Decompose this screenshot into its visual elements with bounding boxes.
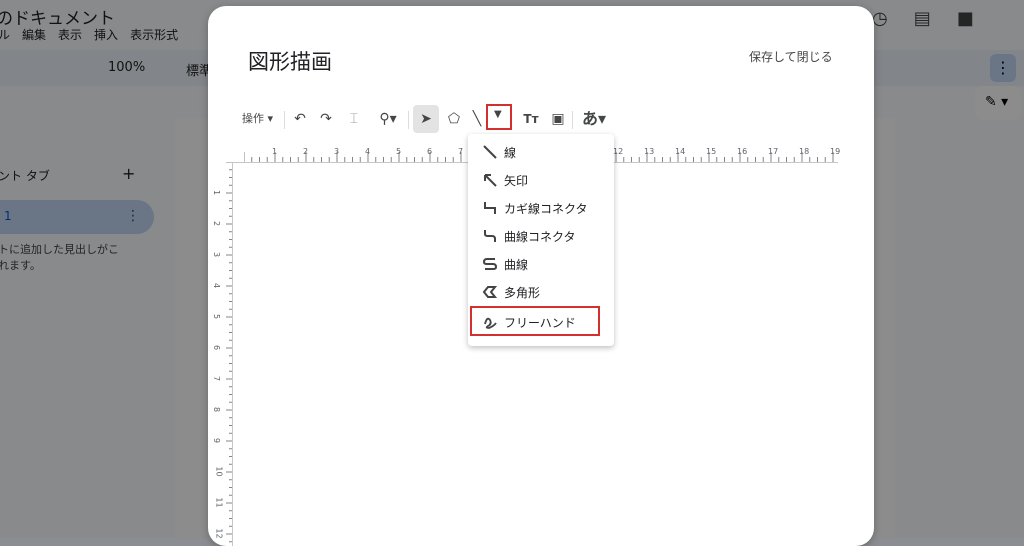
ruler-number: 16 <box>737 147 748 156</box>
line-dropdown-button[interactable]: ▼ <box>486 104 512 130</box>
ruler-number: 15 <box>706 147 717 156</box>
vertical-ruler <box>226 162 232 543</box>
ruler-number: 7 <box>212 375 222 382</box>
ruler-number: 3 <box>212 251 222 258</box>
menu-item-polyline[interactable]: 多角形 <box>468 278 614 306</box>
word-art-icon[interactable]: あ▾ <box>576 104 612 134</box>
ruler-number: 4 <box>365 147 371 156</box>
menu-item-elbow-connector[interactable]: カギ線コネクタ <box>468 194 614 222</box>
menu-item-arrow[interactable]: 矢印 <box>468 166 614 194</box>
ruler-number: 12 <box>214 528 224 539</box>
elbow-connector-icon <box>484 202 496 214</box>
toolbar-divider <box>284 111 285 129</box>
drawing-toolbar: 操作 ▾ ↶ ↷ ⌶ ⚲▾ ➤ ⬠ ╲ ▼ Tт ▣ あ▾ <box>238 104 838 134</box>
image-icon[interactable]: ▣ <box>548 104 568 134</box>
ruler-number: 19 <box>830 147 841 156</box>
text-box-icon[interactable]: Tт <box>520 104 542 134</box>
select-icon[interactable]: ➤ <box>413 105 439 133</box>
menu-item-label: カギ線コネクタ <box>504 202 588 216</box>
save-and-close-button[interactable]: 保存して閉じる <box>749 48 833 65</box>
toolbar-divider <box>408 111 409 129</box>
dialog-title: 図形描画 <box>248 50 332 74</box>
ruler-number: 2 <box>212 220 222 227</box>
menu-item-curve[interactable]: 曲線 <box>468 250 614 278</box>
paint-format-icon[interactable]: ⌶ <box>344 104 364 134</box>
ruler-number: 14 <box>675 147 686 156</box>
line-icon[interactable]: ╲ <box>468 104 486 134</box>
menu-item-label: 多角形 <box>504 286 541 300</box>
ruler-number: 7 <box>458 147 464 156</box>
ruler-number: 1 <box>272 147 278 156</box>
dropdown-arrow-icon: ▾ <box>264 112 274 125</box>
arrow-icon <box>484 174 497 187</box>
ruler-number: 11 <box>214 497 224 508</box>
ruler-number: 2 <box>303 147 309 156</box>
zoom-icon[interactable]: ⚲▾ <box>372 104 404 134</box>
ruler-number: 8 <box>212 406 222 413</box>
ruler-number: 12 <box>613 147 624 156</box>
ruler-number: 10 <box>214 466 224 477</box>
ruler-number: 6 <box>212 344 222 351</box>
ruler-number: 4 <box>212 282 222 289</box>
operations-label: 操作 <box>242 112 264 125</box>
curved-connector-icon <box>484 230 496 242</box>
ruler-number: 1 <box>212 189 222 196</box>
menu-item-label: 線 <box>504 146 517 160</box>
redo-icon[interactable]: ↷ <box>316 104 336 134</box>
dropdown-arrow-icon: ▼ <box>494 109 502 120</box>
ruler-number: 6 <box>427 147 433 156</box>
operations-menu[interactable]: 操作 ▾ <box>242 104 273 134</box>
freehand-highlight <box>470 306 600 336</box>
polyline-icon <box>482 286 498 298</box>
menu-item-label: 曲線 <box>504 258 529 272</box>
curve-icon <box>482 258 498 270</box>
shape-icon[interactable]: ⬠ <box>444 104 464 134</box>
menu-item-curved-connector[interactable]: 曲線コネクタ <box>468 222 614 250</box>
ruler-number: 18 <box>799 147 810 156</box>
menu-item-label: 曲線コネクタ <box>504 230 576 244</box>
ruler-number: 9 <box>212 437 222 444</box>
menu-item-line[interactable]: 線 <box>468 138 614 166</box>
undo-icon[interactable]: ↶ <box>290 104 310 134</box>
toolbar-divider <box>572 111 573 129</box>
ruler-number: 13 <box>644 147 655 156</box>
ruler-number: 5 <box>212 313 222 320</box>
ruler-number: 5 <box>396 147 402 156</box>
ruler-number: 3 <box>334 147 340 156</box>
menu-item-label: 矢印 <box>504 174 529 188</box>
line-icon <box>483 145 497 159</box>
ruler-number: 17 <box>768 147 779 156</box>
canvas-edge <box>232 162 233 546</box>
